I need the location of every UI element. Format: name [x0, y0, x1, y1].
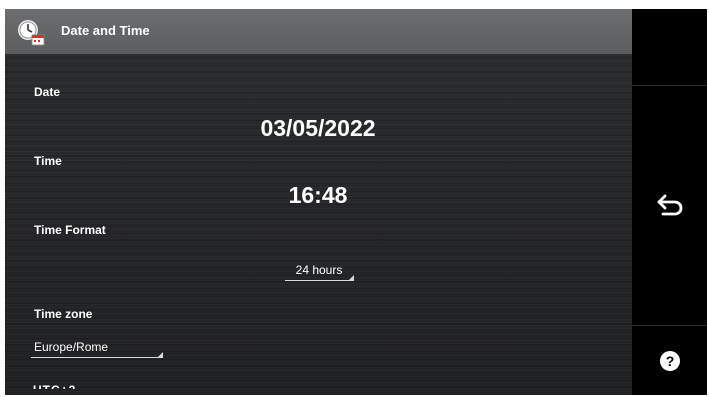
dropdown-indicator-icon	[157, 352, 163, 358]
time-zone-selected: Europe/Rome	[34, 340, 109, 354]
time-zone-dropdown[interactable]: Europe/Rome	[31, 340, 163, 358]
time-label: Time	[34, 154, 62, 168]
svg-text:?: ?	[665, 353, 674, 369]
side-panel: ?	[632, 9, 707, 395]
help-icon: ?	[659, 350, 680, 371]
time-format-selected: 24 hours	[295, 263, 343, 277]
help-button[interactable]: ?	[632, 326, 707, 395]
date-value[interactable]: 03/05/2022	[218, 115, 418, 142]
page-title: Date and Time	[61, 23, 150, 38]
date-label: Date	[34, 85, 61, 99]
main-panel: Date and Time Date 03/05/2022 Time 16:48…	[5, 9, 632, 395]
device-screen: Date and Time Date 03/05/2022 Time 16:48…	[5, 9, 707, 395]
time-format-dropdown[interactable]: 24 hours	[285, 263, 354, 281]
time-format-label: Time Format	[34, 223, 106, 237]
time-zone-label: Time zone	[34, 307, 93, 321]
back-arrow-icon	[657, 194, 682, 215]
back-button[interactable]	[632, 86, 707, 325]
clock-calendar-icon	[18, 20, 45, 46]
dropdown-indicator-icon	[348, 275, 354, 281]
clipped-next-item: UTC+2	[33, 383, 93, 389]
title-bar: Date and Time	[5, 9, 632, 54]
time-value[interactable]: 16:48	[238, 182, 398, 209]
